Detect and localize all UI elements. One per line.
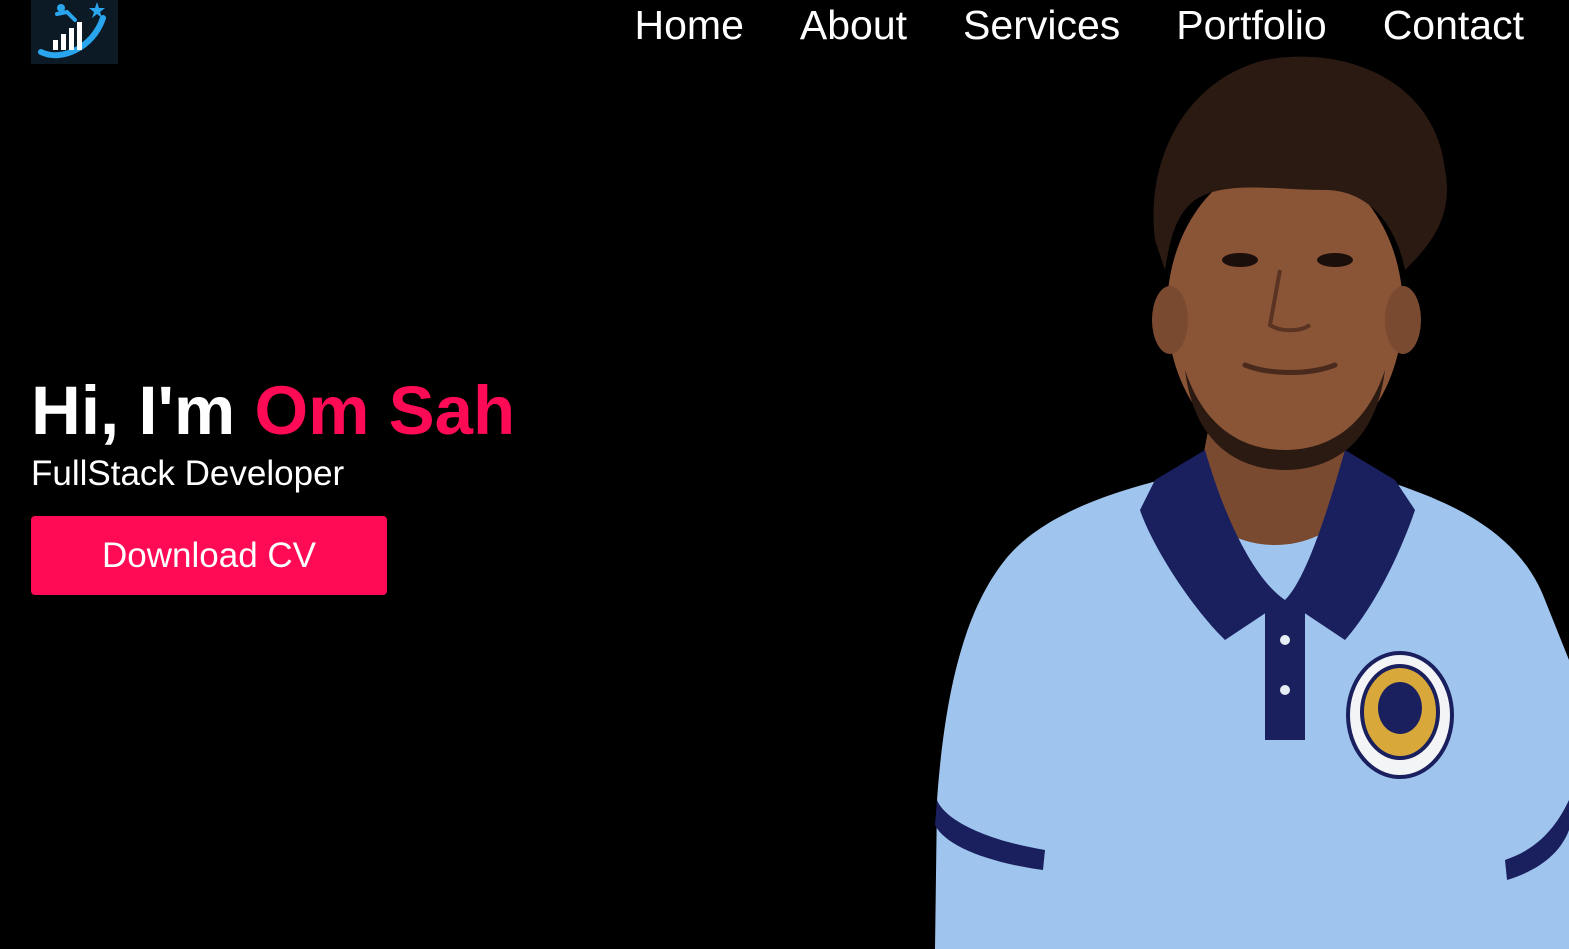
logo-icon[interactable] <box>31 0 118 64</box>
download-cv-button[interactable]: Download CV <box>31 516 387 595</box>
nav-home[interactable]: Home <box>635 0 744 50</box>
hero-title: Hi, I'm Om Sah <box>31 370 515 452</box>
page: Home About Services Portfolio Contact Hi… <box>0 0 1569 949</box>
hero-name: Om Sah <box>254 372 516 449</box>
hero-greeting: Hi, I'm <box>31 372 236 449</box>
hero-subtitle: FullStack Developer <box>31 454 345 493</box>
hero-text: Hi, I'm Om Sah FullStack Developer <box>31 370 515 496</box>
nav-about[interactable]: About <box>800 0 907 50</box>
profile-photo <box>925 40 1569 949</box>
